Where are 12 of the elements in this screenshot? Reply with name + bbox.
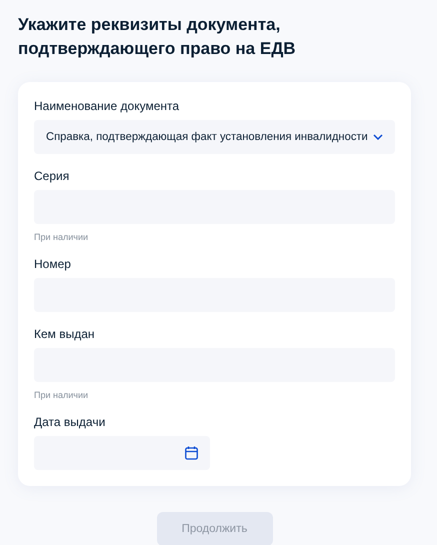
field-label: Кем выдан xyxy=(34,326,96,342)
field-label: Номер xyxy=(34,256,72,272)
page-title: Укажите реквизиты документа, подтверждающего право на ЕДВ xyxy=(18,14,297,60)
field-label: Дата выдачи xyxy=(34,414,106,430)
date-field[interactable] xyxy=(34,436,210,470)
field-label: Серия xyxy=(34,168,70,184)
chevron-down-icon xyxy=(373,134,383,140)
hint-text: При наличии xyxy=(34,390,89,400)
hint-text: При наличии xyxy=(34,232,89,242)
document-select[interactable]: Справка, подтверждающая факт установления инвалидности xyxy=(34,120,395,154)
calendar-icon[interactable] xyxy=(185,446,198,460)
field-label: Наименование документа xyxy=(34,98,180,114)
